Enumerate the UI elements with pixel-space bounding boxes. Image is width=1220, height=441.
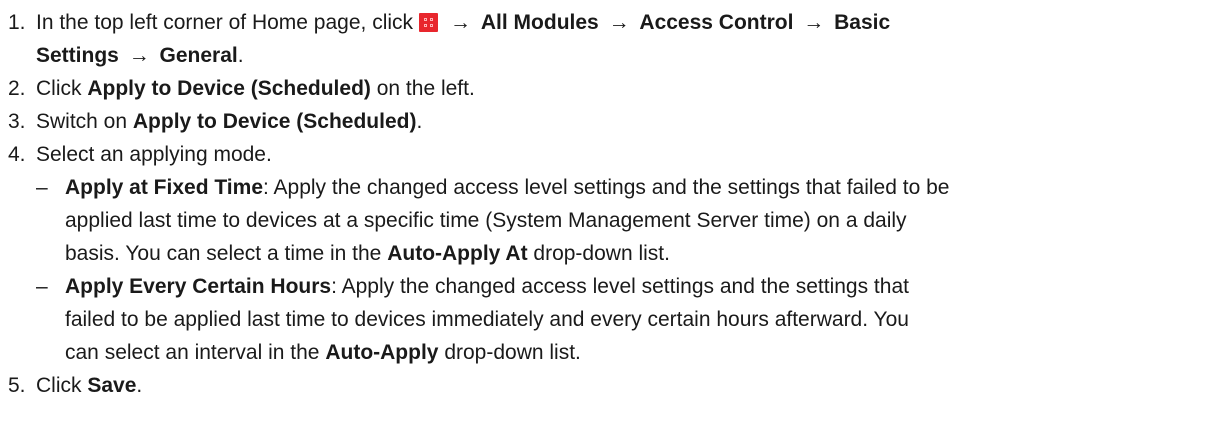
dash-bullet: – xyxy=(36,176,48,199)
bullet-line: basis. You can select a time in the xyxy=(65,242,388,265)
step-text: Click xyxy=(36,374,88,397)
step-text: . xyxy=(416,110,423,133)
step-number: 1. xyxy=(8,11,26,34)
path-all-modules: All Modules xyxy=(480,11,599,34)
step-3: 3. Switch on Apply to Device (Scheduled)… xyxy=(0,105,1220,138)
instruction-document: 1. In the top left corner of Home page, … xyxy=(0,0,1220,397)
step-text: Switch on xyxy=(36,110,133,133)
step-end: . xyxy=(237,44,244,67)
step-bold: Apply to Device (Scheduled) xyxy=(132,110,417,133)
arrow-icon: → xyxy=(608,11,630,34)
step-bold: Apply to Device (Scheduled) xyxy=(87,77,371,100)
step-text: Select an applying mode. xyxy=(36,143,272,166)
step-2: 2. Click Apply to Device (Scheduled) on … xyxy=(0,72,1220,105)
step-number: 5. xyxy=(8,374,26,397)
all-modules-grid-icon xyxy=(419,13,439,32)
arrow-icon: → xyxy=(450,11,472,34)
step-text: Click xyxy=(36,77,88,100)
arrow-icon: → xyxy=(128,44,150,67)
step-number: 2. xyxy=(8,77,26,100)
bullet-end: drop-down list. xyxy=(438,341,581,364)
step-text: on the left. xyxy=(370,77,475,100)
bullet-bold: Auto-Apply xyxy=(325,341,439,364)
path-access-control: Access Control xyxy=(639,11,794,34)
bullet-term: Apply at Fixed Time xyxy=(65,176,263,199)
bullet-line: failed to be applied last time to device… xyxy=(65,308,909,331)
bullet-line: : Apply the changed access level setting… xyxy=(263,176,950,199)
path-general: General xyxy=(159,44,238,67)
path-basic: Basic xyxy=(834,11,891,34)
step-4: 4. Select an applying mode. xyxy=(0,138,1220,171)
bullet-term: Apply Every Certain Hours xyxy=(65,275,332,298)
step-number: 4. xyxy=(8,143,26,166)
bullet-line: applied last time to devices at a specif… xyxy=(65,209,907,232)
step-5: 5. Click Save. xyxy=(0,369,1220,402)
bullet-end: drop-down list. xyxy=(527,242,670,265)
step-1: 1. In the top left corner of Home page, … xyxy=(0,6,1220,72)
arrow-icon: → xyxy=(803,11,825,34)
bullet-line: : Apply the changed access level setting… xyxy=(331,275,909,298)
step-bold: Save xyxy=(87,374,137,397)
bullet-certain-hours: – Apply Every Certain Hours: Apply the c… xyxy=(0,270,1220,369)
step-text: In the top left corner of Home page, cli… xyxy=(36,11,414,34)
path-settings: Settings xyxy=(36,44,119,67)
bullet-fixed-time: – Apply at Fixed Time: Apply the changed… xyxy=(0,171,1220,270)
dash-bullet: – xyxy=(36,275,48,298)
bullet-bold: Auto-Apply At xyxy=(387,242,528,265)
bullet-line: can select an interval in the xyxy=(65,341,326,364)
step-text: . xyxy=(136,374,143,397)
step-number: 3. xyxy=(8,110,26,133)
